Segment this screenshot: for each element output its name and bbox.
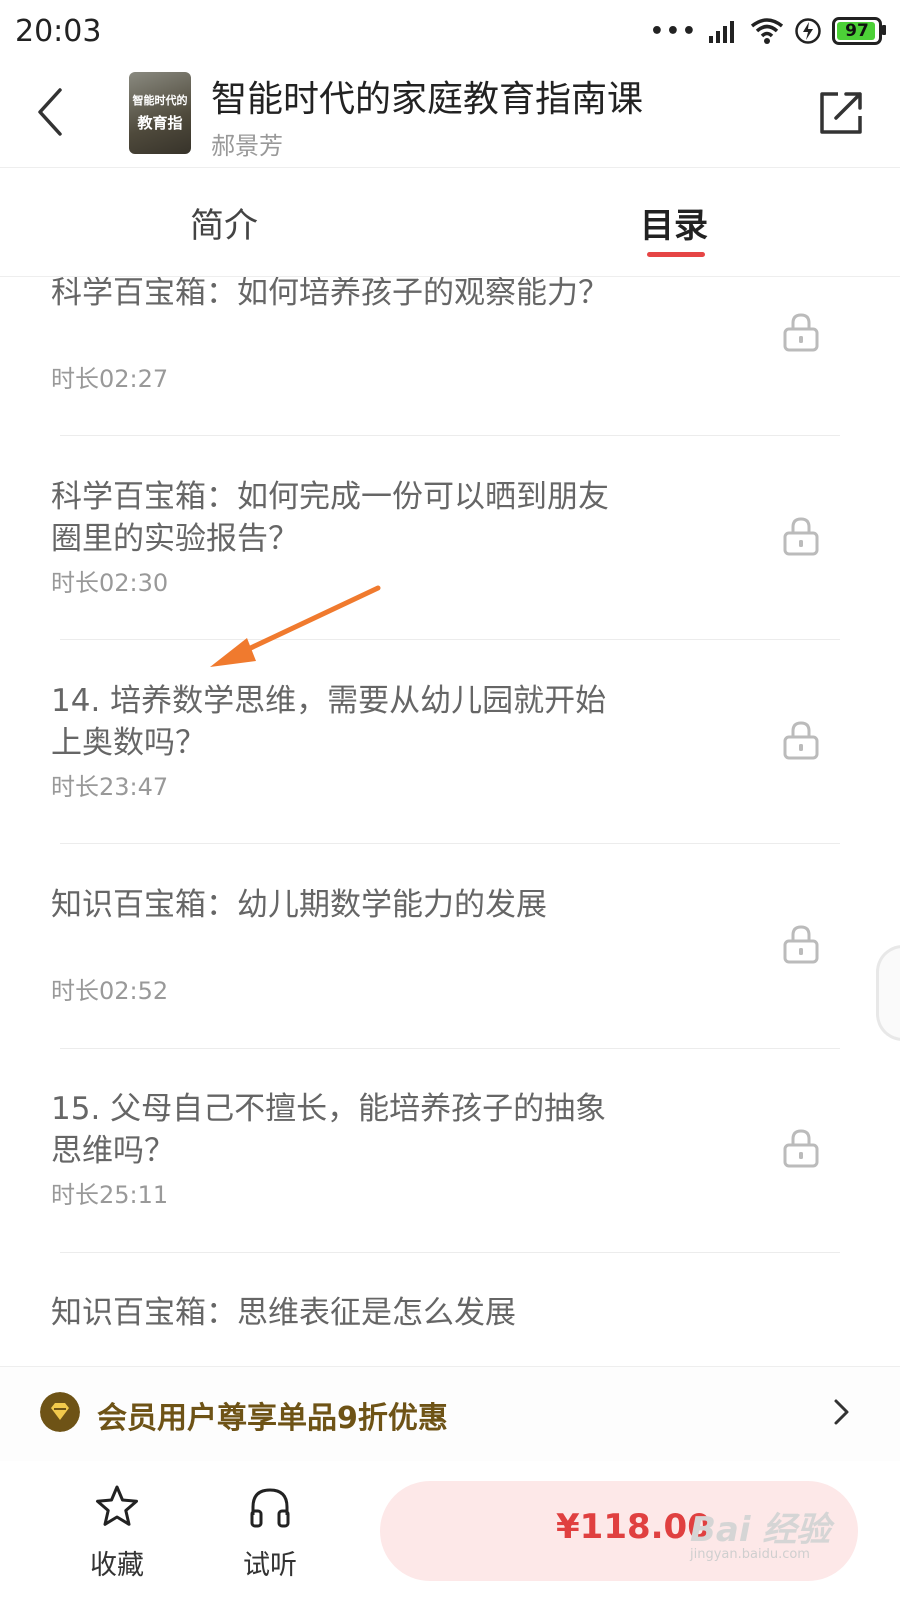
wifi-icon: [750, 18, 784, 44]
favorite-label: 收藏: [90, 1550, 144, 1581]
status-icons: ••• 97: [649, 14, 886, 48]
status-bar: 20:03 ••• 97: [0, 0, 900, 62]
favorite-button[interactable]: 收藏: [72, 1483, 162, 1583]
list-item[interactable]: 知识百宝箱：幼儿期数学能力的发展 时长02:52: [0, 884, 900, 1092]
list-item[interactable]: 科学百宝箱：如何完成一份可以晒到朋友圈里的实验报告？ 时长02:30: [0, 476, 900, 684]
tab-bar: 简介 目录: [0, 168, 900, 277]
member-discount-text: 会员用户尊享单品9折优惠: [97, 1401, 448, 1436]
episode-duration: 时长02:52: [51, 977, 169, 1005]
chevron-right-icon: [834, 1399, 849, 1425]
lock-icon: [783, 925, 819, 964]
star-icon: [96, 1485, 138, 1526]
lock-icon: [783, 721, 819, 760]
battery-icon: 97: [832, 17, 886, 45]
watermark-url: jingyan.baidu.com: [690, 1547, 810, 1562]
divider: [60, 1048, 840, 1049]
active-tab-indicator: [647, 252, 705, 257]
list-item[interactable]: 15. 父母自己不擅长，能培养孩子的抽象思维吗？ 时长25:11: [0, 1088, 900, 1296]
episode-title: 知识百宝箱：思维表征是怎么发展: [51, 1295, 516, 1331]
trial-listen-label: 试听: [243, 1550, 297, 1581]
tab-intro[interactable]: 简介: [190, 198, 258, 247]
list-item[interactable]: 知识百宝箱：思维表征是怎么发展: [0, 1292, 900, 1365]
baidu-watermark: Bai 经验 jingyan.baidu.com: [690, 1502, 830, 1562]
charging-icon: [795, 18, 821, 44]
divider: [60, 1252, 840, 1253]
episode-list[interactable]: 科学百宝箱：如何培养孩子的观察能力？ 时长02:27 科学百宝箱：如何完成一份可…: [0, 277, 900, 1365]
back-icon[interactable]: [30, 84, 70, 140]
trial-listen-button[interactable]: 试听: [225, 1483, 315, 1583]
battery-level: 97: [845, 21, 869, 41]
vip-diamond-icon: [40, 1392, 80, 1432]
watermark-main: Bai 经验: [690, 1510, 831, 1550]
course-title: 智能时代的家庭教育指南课: [211, 79, 644, 120]
price-label: ¥118.00: [556, 1507, 711, 1547]
episode-title: 14. 培养数学思维，需要从幼儿园就开始上奥数吗？: [51, 683, 607, 761]
member-discount-banner[interactable]: 会员用户尊享单品9折优惠: [0, 1366, 900, 1462]
list-item[interactable]: 科学百宝箱：如何培养孩子的观察能力？ 时长02:27: [0, 277, 900, 480]
status-time: 20:03: [15, 14, 102, 49]
divider: [60, 435, 840, 436]
course-cover-image: 智能时代的 教育指: [129, 72, 191, 154]
lock-icon: [783, 517, 819, 556]
episode-title: 科学百宝箱：如何完成一份可以晒到朋友圈里的实验报告？: [51, 479, 609, 557]
course-author: 郝景芳: [211, 132, 283, 160]
tab-catalog[interactable]: 目录: [640, 198, 708, 247]
episode-duration: 时长25:11: [51, 1181, 169, 1209]
lock-icon: [783, 1129, 819, 1168]
episode-title: 科学百宝箱：如何培养孩子的观察能力？: [51, 277, 609, 311]
episode-title: 知识百宝箱：幼儿期数学能力的发展: [51, 887, 547, 923]
signal-icon: [709, 21, 734, 43]
cover-text-line1: 智能时代的: [132, 94, 188, 107]
list-item[interactable]: 14. 培养数学思维，需要从幼儿园就开始上奥数吗？ 时长23:47: [0, 680, 900, 888]
divider: [60, 843, 840, 844]
divider: [60, 639, 840, 640]
episode-duration: 时长23:47: [51, 773, 169, 801]
episode-title: 15. 父母自己不擅长，能培养孩子的抽象思维吗？: [51, 1091, 607, 1169]
episode-duration: 时长02:27: [51, 365, 169, 393]
share-icon[interactable]: [816, 88, 866, 138]
scroll-handle[interactable]: [876, 945, 900, 1041]
episode-duration: 时长02:30: [51, 569, 169, 597]
cover-text-line2: 教育指: [137, 114, 183, 132]
lock-icon: [783, 313, 819, 352]
more-dots-icon: •••: [649, 18, 698, 44]
course-header: 智能时代的 教育指 智能时代的家庭教育指南课 郝景芳: [0, 62, 900, 168]
headphones-icon: [250, 1488, 290, 1528]
